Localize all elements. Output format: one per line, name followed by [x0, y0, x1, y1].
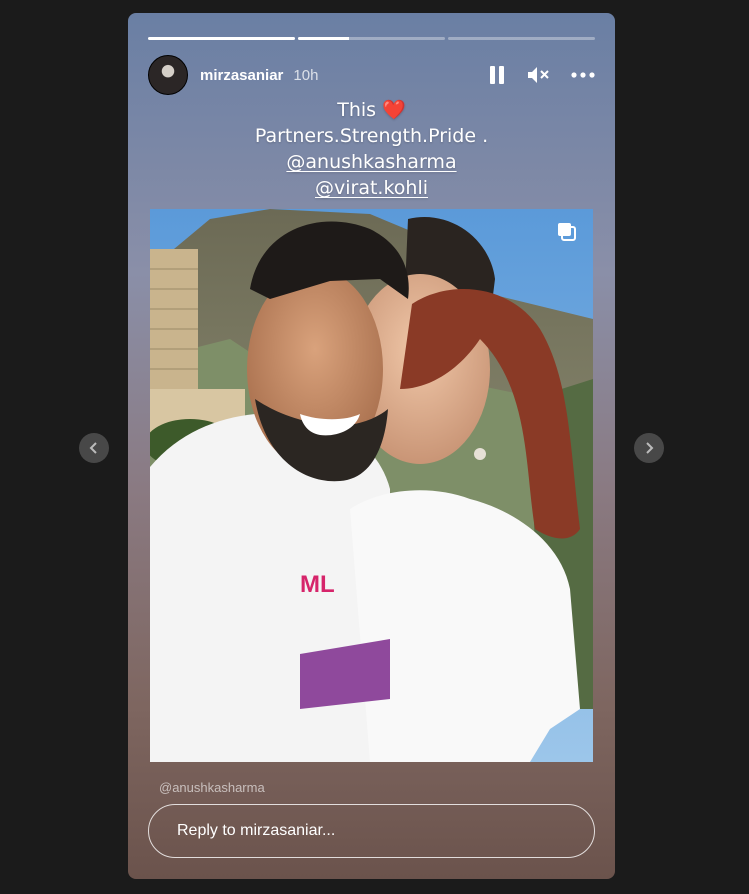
mention-link[interactable]: @anushkasharma — [286, 151, 456, 173]
chevron-right-icon — [646, 442, 654, 454]
progress-segment — [298, 37, 445, 40]
story-progress — [148, 37, 595, 40]
story-caption: This ❤️ Partners.Strength.Pride . @anush… — [128, 97, 615, 201]
reply-box[interactable] — [148, 804, 595, 858]
mute-button[interactable] — [527, 65, 549, 85]
chevron-left-icon — [89, 442, 97, 454]
muted-speaker-icon — [528, 67, 549, 83]
progress-fill — [298, 37, 350, 40]
pause-icon — [490, 66, 504, 84]
previous-story-button[interactable] — [79, 433, 109, 463]
story-header: mirzasaniar 10h — [148, 55, 595, 95]
photo-credit[interactable]: @anushkasharma — [159, 780, 265, 795]
svg-text:ML: ML — [300, 571, 335, 598]
story-viewer: mirzasaniar 10h This ❤️ Partners.Strengt… — [128, 13, 615, 879]
progress-segment — [148, 37, 295, 40]
caption-line-1: This ❤️ — [337, 99, 406, 121]
username[interactable]: mirzasaniar — [200, 67, 283, 84]
more-options-icon — [571, 72, 595, 78]
avatar[interactable] — [148, 55, 188, 95]
progress-fill — [148, 37, 295, 40]
story-photo[interactable]: ML — [150, 209, 593, 762]
caption-line-2: Partners.Strength.Pride . — [254, 125, 489, 147]
pause-button[interactable] — [489, 65, 505, 85]
progress-segment — [448, 37, 595, 40]
selfie-image: ML — [150, 209, 593, 762]
post-time: 10h — [293, 66, 319, 84]
mention-link[interactable]: @virat.kohli — [315, 177, 428, 199]
next-story-button[interactable] — [634, 433, 664, 463]
more-options-button[interactable] — [571, 72, 595, 78]
reply-input[interactable] — [175, 821, 594, 841]
